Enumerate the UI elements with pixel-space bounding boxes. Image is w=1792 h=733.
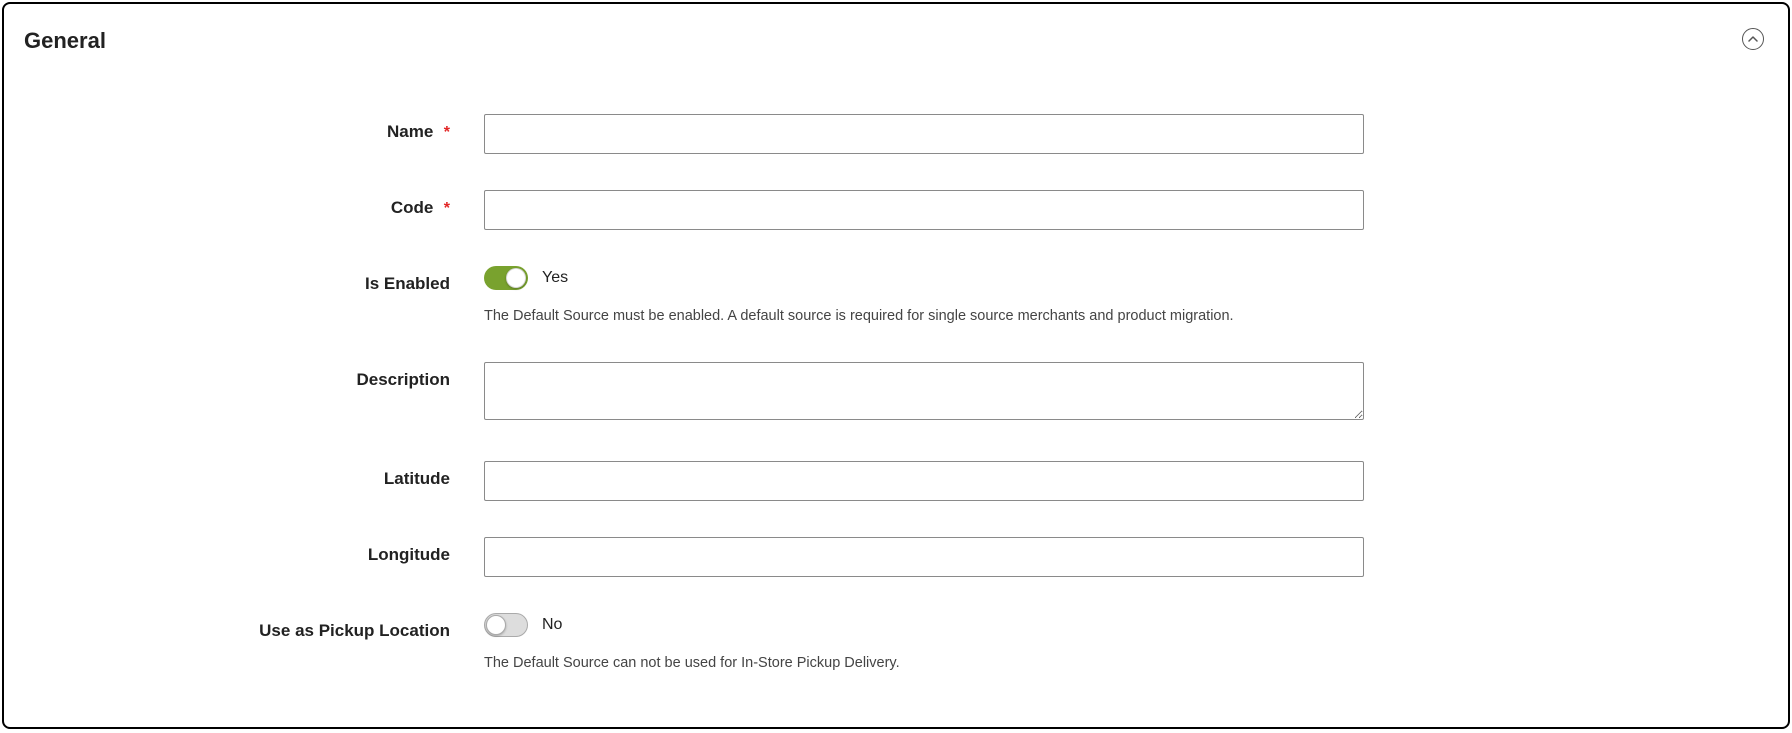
name-label: Name [387, 122, 433, 141]
control-col [484, 190, 1364, 230]
toggle-wrap: No [484, 613, 900, 637]
label-col: Use as Pickup Location [24, 613, 484, 641]
label-col: Longitude [24, 537, 484, 565]
general-panel: General Name * Code * Is Enabled [2, 2, 1790, 729]
panel-title: General [24, 28, 106, 54]
is-enabled-toggle[interactable] [484, 266, 528, 290]
code-label: Code [391, 198, 434, 217]
chevron-up-icon [1748, 34, 1758, 44]
form-row-code: Code * [24, 190, 1768, 230]
code-input[interactable] [484, 190, 1364, 230]
pickup-helper: The Default Source can not be used for I… [484, 653, 900, 673]
longitude-input[interactable] [484, 537, 1364, 577]
collapse-toggle-icon[interactable] [1742, 28, 1764, 50]
required-indicator: * [444, 200, 450, 217]
longitude-label: Longitude [368, 545, 450, 564]
toggle-knob [486, 615, 506, 635]
label-col: Name * [24, 114, 484, 142]
form-row-description: Description [24, 362, 1768, 425]
pickup-toggle[interactable] [484, 613, 528, 637]
label-col: Code * [24, 190, 484, 218]
toggle-knob [506, 268, 526, 288]
name-input[interactable] [484, 114, 1364, 154]
control-col [484, 461, 1364, 501]
control-col [484, 537, 1364, 577]
form-row-latitude: Latitude [24, 461, 1768, 501]
description-input[interactable] [484, 362, 1364, 420]
is-enabled-label: Is Enabled [365, 274, 450, 293]
label-col: Description [24, 362, 484, 390]
is-enabled-state: Yes [542, 269, 568, 287]
control-col [484, 114, 1364, 154]
control-col [484, 362, 1364, 425]
panel-header: General [24, 28, 1768, 54]
label-col: Latitude [24, 461, 484, 489]
form-row-pickup: Use as Pickup Location No The Default So… [24, 613, 1768, 673]
pickup-label: Use as Pickup Location [259, 621, 450, 640]
pickup-state: No [542, 616, 562, 634]
form-row-name: Name * [24, 114, 1768, 154]
form-row-longitude: Longitude [24, 537, 1768, 577]
description-label: Description [356, 370, 450, 389]
label-col: Is Enabled [24, 266, 484, 294]
control-col: Yes The Default Source must be enabled. … [484, 266, 1234, 326]
required-indicator: * [444, 124, 450, 141]
toggle-wrap: Yes [484, 266, 1234, 290]
is-enabled-helper: The Default Source must be enabled. A de… [484, 306, 1234, 326]
form-row-is-enabled: Is Enabled Yes The Default Source must b… [24, 266, 1768, 326]
control-col: No The Default Source can not be used fo… [484, 613, 900, 673]
latitude-input[interactable] [484, 461, 1364, 501]
latitude-label: Latitude [384, 469, 450, 488]
